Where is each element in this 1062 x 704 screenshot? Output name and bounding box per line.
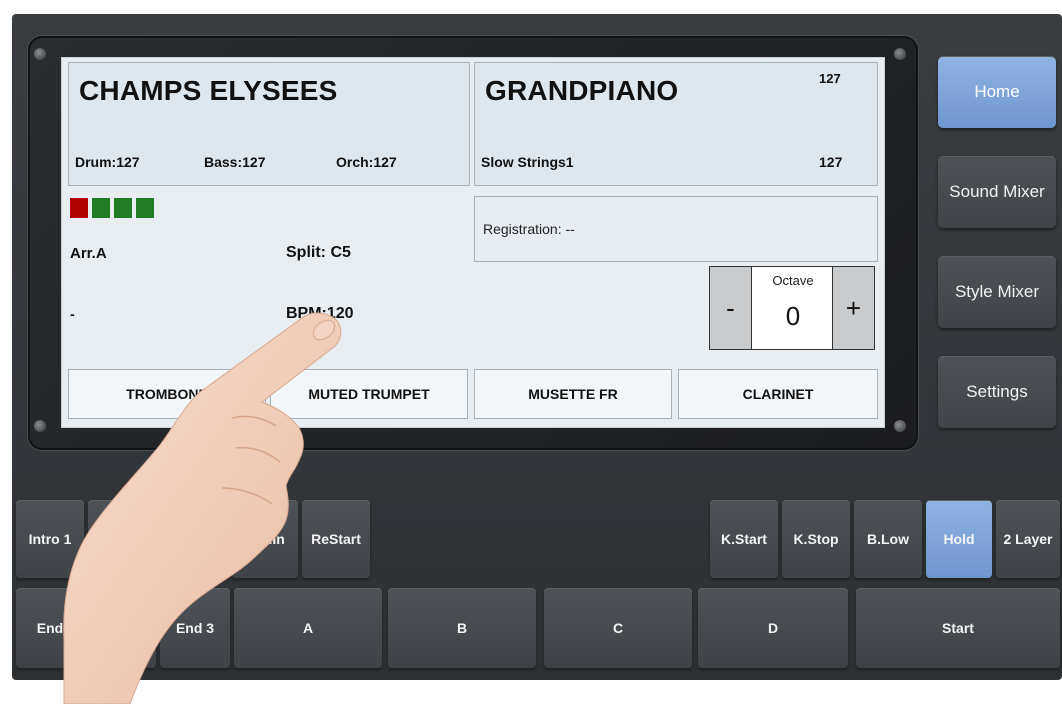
voice-button-3[interactable]: MUSETTE FR [474,369,672,419]
intro-3-button[interactable]: Intro 3 [160,500,228,578]
style-mixer-button[interactable]: Style Mixer [938,256,1056,328]
style-panel[interactable]: CHAMPS ELYSEES Drum:127 Bass:127 Orch:12… [68,62,470,186]
home-button[interactable]: Home [938,56,1056,128]
start-button[interactable]: Start [856,588,1060,668]
octave-plus-button[interactable]: + [832,267,874,349]
variation-a-button[interactable]: A [234,588,382,668]
voice-button-2[interactable]: MUTED TRUMPET [270,369,468,419]
touch-screen: CHAMPS ELYSEES Drum:127 Bass:127 Orch:12… [61,57,885,428]
ending-2-button[interactable]: End 2 [88,588,156,668]
beat-indicator-4 [136,198,154,218]
screw-icon [34,420,46,432]
intro-1-button[interactable]: Intro 1 [16,500,84,578]
variation-c-button[interactable]: C [544,588,692,668]
octave-control: - Octave 0 + [709,266,875,350]
voice-panel[interactable]: GRANDPIANO 127 Slow Strings1 127 [474,62,878,186]
hold-button[interactable]: Hold [926,500,992,578]
left-voice-volume: 127 [819,154,843,170]
beat-indicator-1 [70,198,88,218]
left-voice-name: Slow Strings1 [481,154,574,170]
bass-low-button[interactable]: B.Low [854,500,922,578]
screw-icon [34,48,46,60]
octave-minus-button[interactable]: - [710,267,752,349]
variation-d-button[interactable]: D [698,588,848,668]
k-stop-button[interactable]: K.Stop [782,500,850,578]
screw-icon [894,420,906,432]
split-point: Split: C5 [286,244,351,261]
ending-1-button[interactable]: End [16,588,84,668]
screw-icon [894,48,906,60]
k-start-button[interactable]: K.Start [710,500,778,578]
restart-button[interactable]: ReStart [302,500,370,578]
voice-name: GRANDPIANO [485,75,679,106]
intro-2-button[interactable]: Intro 2 [88,500,156,578]
count-in-button[interactable]: Cnt.In [232,500,298,578]
octave-value: 0 [785,301,801,331]
voice-volume: 127 [819,71,841,86]
registration-panel[interactable]: Registration: -- [474,196,878,262]
octave-label: Octave [772,273,814,288]
beat-indicator-2 [92,198,110,218]
tempo-bpm: BPM:120 [286,305,354,322]
registration-label: Registration: -- [483,221,575,237]
style-name: CHAMPS ELYSEES [79,75,338,106]
voice-button-1[interactable]: TROMBONE [68,369,266,419]
variation-b-button[interactable]: B [388,588,536,668]
arranger-variation: Arr.A [70,245,107,262]
voice-button-4[interactable]: CLARINET [678,369,878,419]
bass-volume: Bass:127 [204,154,266,170]
status-dash: - [70,306,75,322]
sound-mixer-button[interactable]: Sound Mixer [938,156,1056,228]
settings-button[interactable]: Settings [938,356,1056,428]
orch-volume: Orch:127 [336,154,397,170]
ending-3-button[interactable]: End 3 [160,588,230,668]
beat-indicator-3 [114,198,132,218]
drum-volume: Drum:127 [75,154,140,170]
two-layer-button[interactable]: 2 Layer [996,500,1060,578]
